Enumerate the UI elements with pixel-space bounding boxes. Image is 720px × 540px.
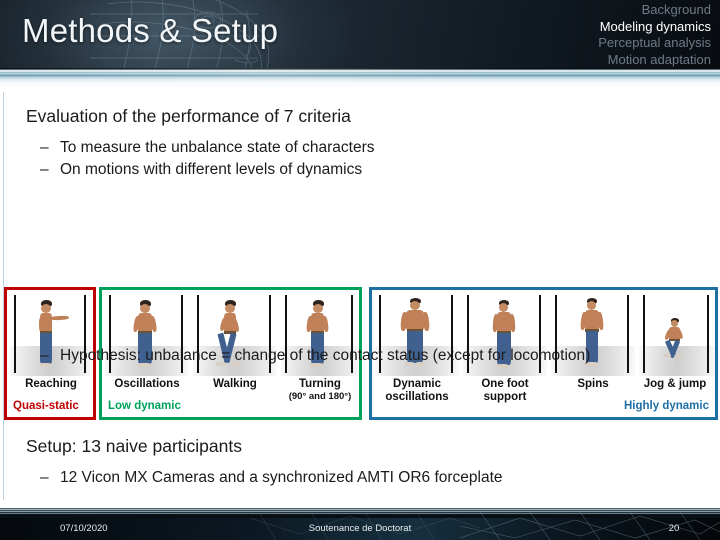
bullet-vicon-cameras: –12 Vicon MX Cameras and a synchronized … — [40, 469, 700, 487]
bullet-vicon-cameras-text: 12 Vicon MX Cameras and a synchronized A… — [60, 469, 503, 486]
tag-low-dynamic: Low dynamic — [108, 400, 181, 412]
vertical-bar-left — [14, 295, 16, 373]
caption-subtext: (90° and 180°) — [288, 390, 352, 402]
bullet-dash: – — [40, 161, 49, 178]
caption-reaching: Reaching — [10, 378, 92, 391]
bullet-hypothesis: – Hypothesis: unbalance = change of the c… — [40, 344, 640, 368]
page-title: Methods & Setup — [22, 12, 279, 49]
footer-page-number: 20 — [668, 523, 680, 534]
bullet-levels-of-dynamics: – On motions with different levels of dyn… — [40, 161, 680, 179]
slide-body: Evaluation of the performance of 7 crite… — [0, 88, 720, 500]
caption-text: Spins — [577, 378, 609, 390]
bullet-measure-unbalance: – To measure the unbalance state of chara… — [40, 139, 680, 157]
vertical-bar-left — [643, 295, 645, 373]
vertical-bar-right — [707, 295, 709, 373]
bullet-measure-unbalance-text: To measure the unbalance state of charac… — [60, 139, 375, 156]
caption-turning: Turning (90° and 180°) — [279, 378, 361, 403]
header-accent-band — [0, 68, 720, 88]
bullet-levels-of-dynamics-text: On motions with different levels of dyna… — [60, 161, 363, 178]
heading-evaluation: Evaluation of the performance of 7 crite… — [26, 106, 351, 126]
bullet-hypothesis-text: Hypothesis: unbalance = change of the co… — [60, 347, 591, 364]
caption-text: Reaching — [25, 378, 77, 390]
caption-dynamic-oscillations: Dynamic oscillations — [375, 378, 459, 403]
caption-oscillations: Oscillations — [105, 378, 189, 391]
nav-item-background[interactable]: Background — [598, 2, 711, 19]
bullet-dash: – — [40, 139, 49, 156]
caption-text: Jog & jump — [643, 378, 707, 390]
caption-text: Oscillations — [114, 378, 180, 390]
nav-item-modeling-dynamics[interactable]: Modeling dynamics — [598, 19, 711, 36]
slide-footer: 07/10/2020 Soutenance de Doctorat 20 — [0, 506, 720, 540]
nav-item-perceptual-analysis[interactable]: Perceptual analysis — [598, 35, 711, 52]
nav-item-motion-adaptation[interactable]: Motion adaptation — [598, 52, 711, 69]
bullet-dash: – — [40, 469, 49, 486]
caption-jog-and-jump: Jog & jump — [635, 378, 715, 391]
section-nav: Background Modeling dynamics Perceptual … — [598, 2, 711, 68]
thumbnail-jog-and-jump — [639, 292, 715, 376]
caption-text: One foot — [481, 378, 529, 390]
tag-highly-dynamic: Highly dynamic — [624, 400, 709, 412]
tag-quasi-static: Quasi-static — [13, 400, 79, 412]
heading-setup: Setup: 13 naive participants — [26, 436, 242, 456]
caption-one-foot-support: One foot support — [463, 378, 547, 403]
caption-text: Turning — [299, 378, 341, 390]
caption-subtext: oscillations — [385, 390, 449, 403]
caption-spins: Spins — [551, 378, 635, 391]
bullet-dash: – — [40, 347, 49, 364]
caption-text: Walking — [213, 378, 257, 390]
caption-text: Dynamic — [393, 378, 441, 390]
character-figure — [663, 318, 691, 364]
caption-subtext: support — [483, 390, 527, 403]
caption-walking: Walking — [193, 378, 277, 391]
slide-header: Methods & Setup Background Modeling dyna… — [0, 0, 720, 68]
